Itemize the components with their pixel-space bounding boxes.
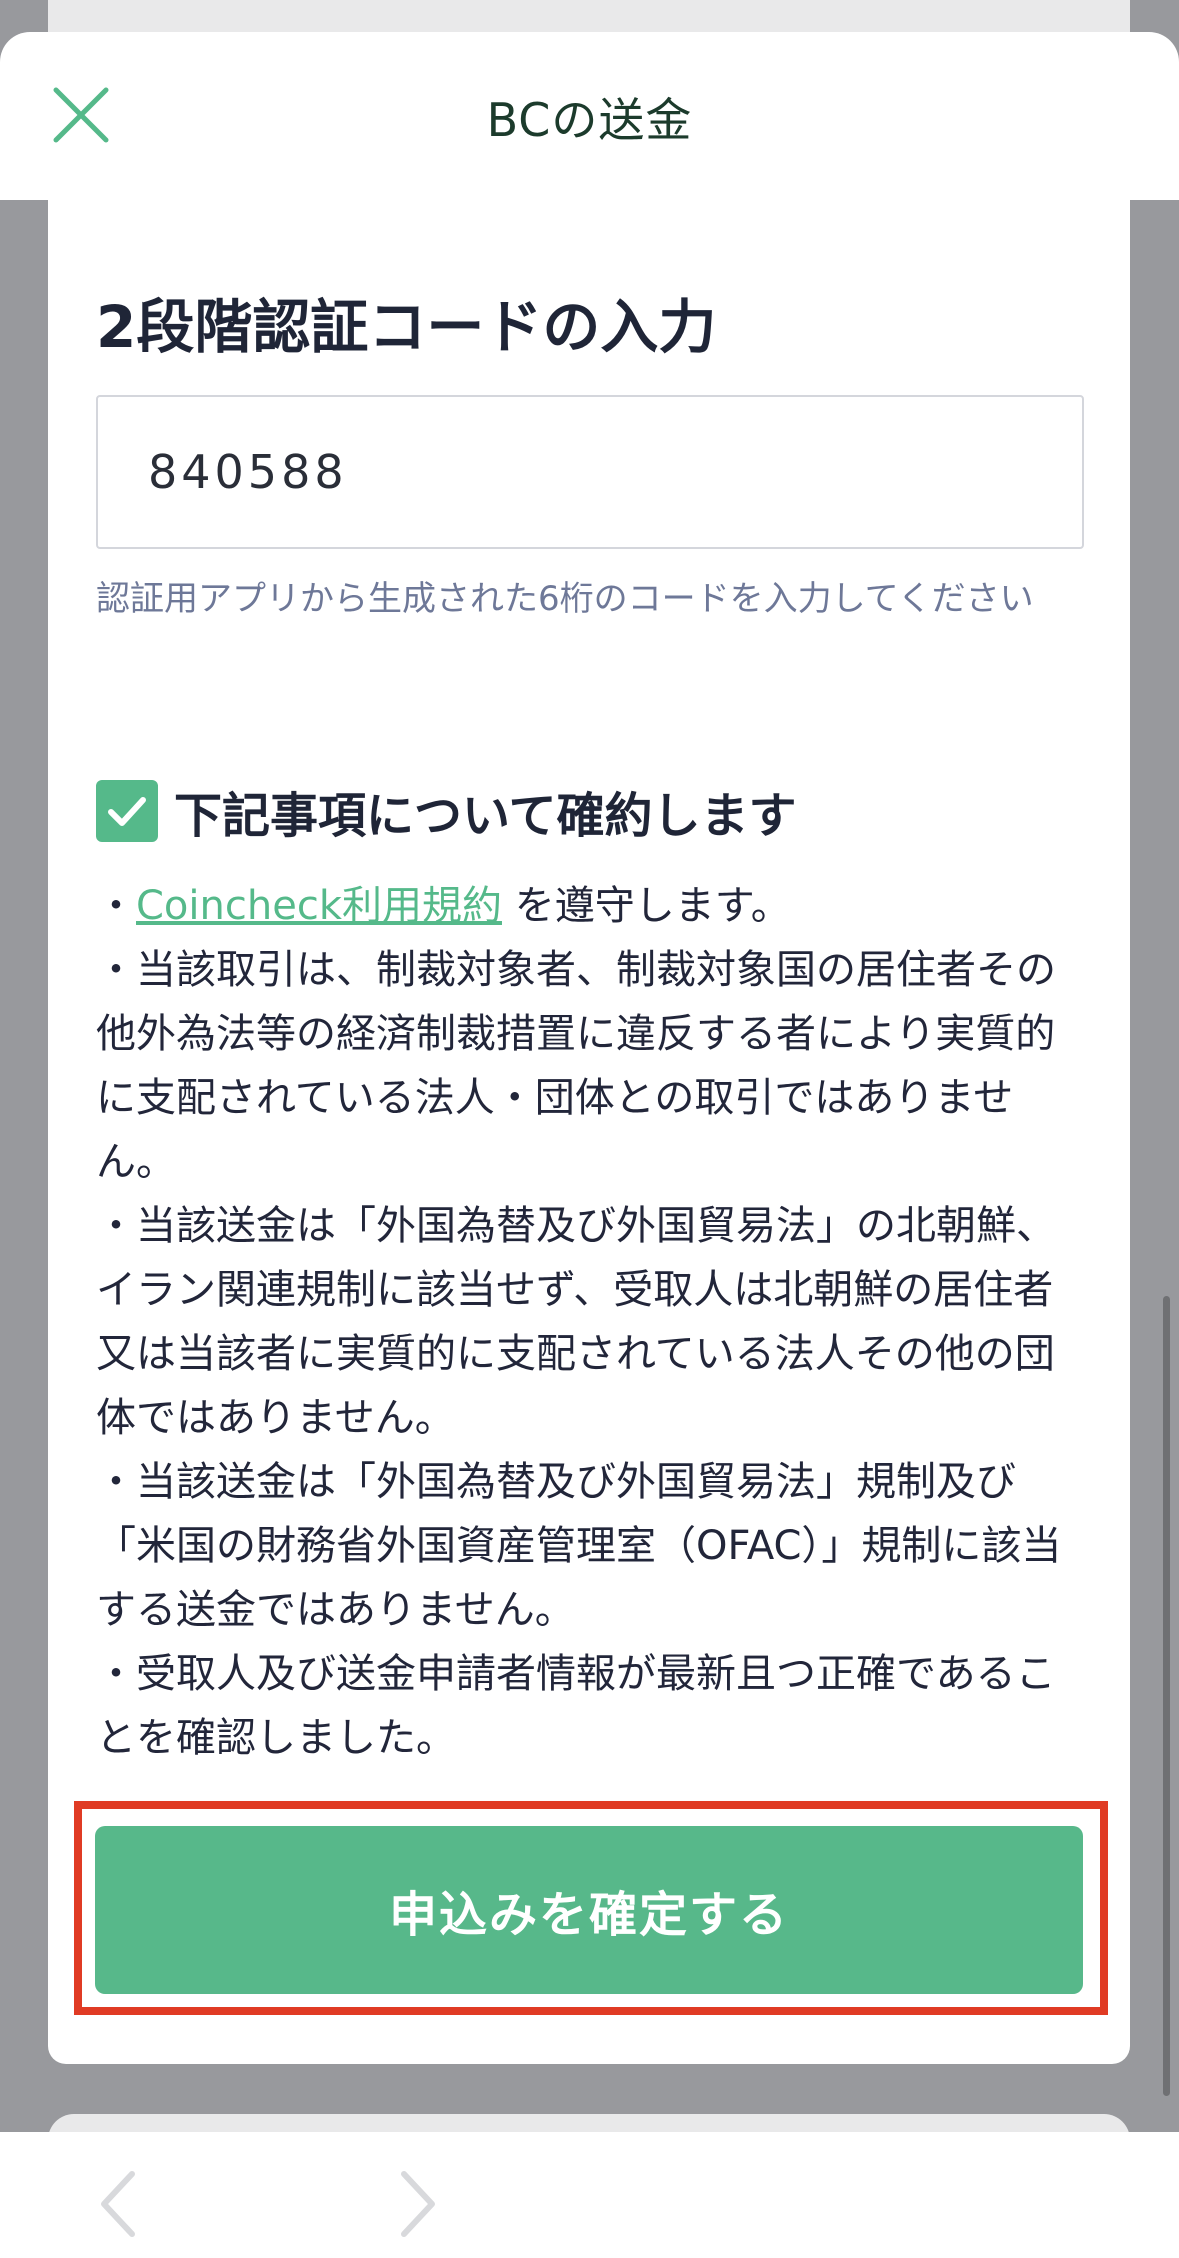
bullet: ・ — [96, 883, 136, 929]
terms-item: ・当該送金は「外国為替及び外国貿易法」規制及び「米国の財務省外国資産管理室（OF… — [96, 1459, 1062, 1633]
terms-item: ・当該送金は「外国為替及び外国貿易法」の北朝鮮、イラン関連規制に該当せず、受取人… — [96, 1203, 1056, 1441]
code-hint: 認証用アプリから生成された6桁のコードを入力してください — [96, 579, 1034, 619]
terms-link-suffix: を遵守します。 — [501, 883, 791, 929]
browser-bottom-bar — [0, 2132, 1179, 2258]
agreement-terms: ・Coincheck利用規約 を遵守します。 ・当該取引は、制裁対象者、制裁対象… — [96, 874, 1086, 1770]
terms-item: ・当該取引は、制裁対象者、制裁対象国の居住者その他外為法等の経済制裁措置に違反す… — [96, 947, 1056, 1185]
forward-button[interactable] — [398, 2170, 438, 2238]
terms-item: ・受取人及び送金申請者情報が最新且つ正確であることを確認しました。 — [96, 1651, 1056, 1761]
confirm-application-button[interactable]: 申込みを確定する — [95, 1826, 1083, 1994]
checkmark-icon — [108, 797, 146, 826]
terms-link[interactable]: Coincheck利用規約 — [136, 883, 502, 929]
two-factor-code-input[interactable] — [96, 395, 1084, 549]
sheet-title: BCの送金 — [486, 93, 693, 147]
agreement-checkbox[interactable] — [96, 780, 158, 842]
back-button[interactable] — [98, 2170, 138, 2238]
terms-item: ・Coincheck利用規約 を遵守します。 — [96, 874, 1086, 938]
chevron-right-icon — [401, 2171, 435, 2237]
agreement-label: 下記事項について確約します — [174, 788, 797, 844]
chevron-left-icon — [101, 2171, 135, 2237]
two-factor-title: 2段階認証コードの入力 — [96, 293, 717, 361]
scrollbar[interactable] — [1163, 1296, 1170, 2096]
